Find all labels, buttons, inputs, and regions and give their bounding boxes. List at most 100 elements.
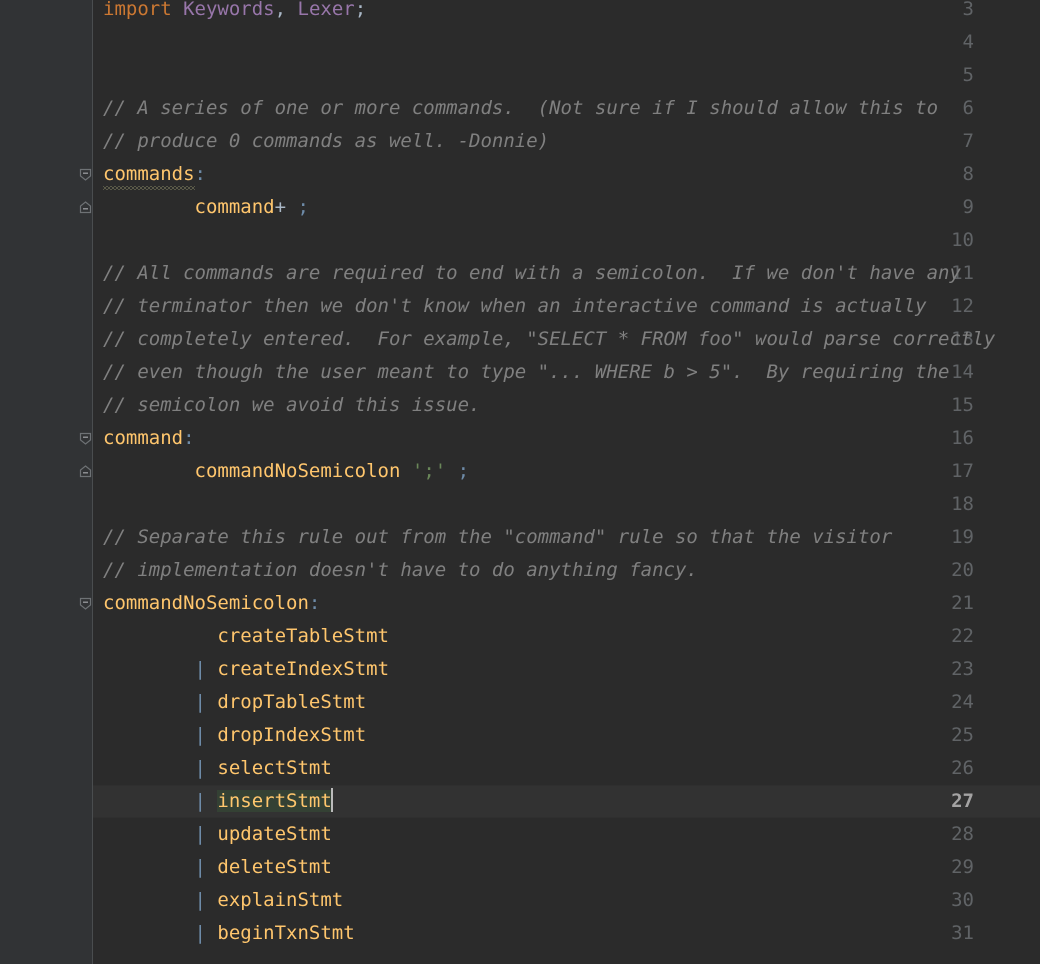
token-rule: commandNoSemicolon [103, 592, 309, 614]
token-semi: ; [457, 460, 470, 482]
fold-marker-line-17[interactable] [78, 464, 93, 479]
gutter-separator [92, 0, 93, 964]
token-ref: command [194, 196, 275, 218]
token-ident: Lexer [297, 0, 355, 20]
code-line-30[interactable]: | explainStmt [103, 884, 344, 917]
code-line-31[interactable]: | beginTxnStmt [103, 917, 355, 950]
token-comment: // semicolon we avoid this issue. [103, 394, 481, 416]
code-line-15[interactable]: // semicolon we avoid this issue. [103, 389, 481, 422]
token-semi: ; [297, 196, 309, 218]
code-line-24[interactable]: | dropTableStmt [103, 686, 367, 719]
token-pipe: | [194, 790, 206, 812]
token-colon: : [183, 427, 195, 449]
fold-marker-line-16[interactable] [78, 431, 93, 446]
token-ident: Keywords [183, 0, 275, 20]
token-ref: createIndexStmt [217, 658, 390, 680]
code-line-7[interactable]: // produce 0 commands as well. -Donnie) [103, 125, 549, 158]
token-comment: // All commands are required to end with… [103, 262, 961, 284]
code-line-12[interactable]: // terminator then we don't know when an… [103, 290, 927, 323]
code-line-28[interactable]: | updateStmt [103, 818, 332, 851]
token-ref: insertStmt [217, 790, 332, 812]
code-line-19[interactable]: // Separate this rule out from the "comm… [103, 521, 892, 554]
code-line-6[interactable]: // A series of one or more commands. (No… [103, 92, 938, 125]
token-ref: selectStmt [217, 757, 332, 779]
token-colon: : [194, 163, 206, 185]
token-comment: // Separate this rule out from the "comm… [103, 526, 893, 548]
token-comment: // produce 0 commands as well. -Donnie) [103, 130, 550, 152]
code-line-22[interactable]: createTableStmt [103, 620, 389, 653]
token-rule: commands [103, 158, 195, 191]
token-ref: createTableStmt [217, 625, 389, 647]
token-comment: // A series of one or more commands. (No… [103, 97, 939, 119]
code-editor[interactable]: 3 4 5 6 7 8 9 10 11 12 13 14 15 16 17 18 19 20 21 22 23 24 25 2… [0, 0, 1040, 964]
code-line-23[interactable]: | createIndexStmt [103, 653, 390, 686]
code-line-26[interactable]: | selectStmt [103, 752, 332, 785]
token-kw: import [103, 0, 172, 20]
token-ref: explainStmt [217, 889, 344, 911]
code-line-17[interactable]: commandNoSemicolon ';' ; [103, 455, 470, 488]
code-line-8[interactable]: commands: [103, 158, 206, 191]
code-line-3[interactable]: import Keywords, Lexer; [103, 0, 366, 26]
token-pipe: | [194, 856, 206, 878]
token-ref: dropIndexStmt [217, 724, 367, 746]
text-caret [330, 788, 333, 812]
token-plain: + [274, 196, 298, 218]
fold-marker-line-9[interactable] [78, 200, 93, 215]
fold-marker-line-21[interactable] [78, 596, 93, 611]
code-line-9[interactable]: command+ ; [103, 191, 309, 224]
token-ref: commandNoSemicolon [194, 460, 401, 482]
code-line-25[interactable]: | dropIndexStmt [103, 719, 367, 752]
token-comment: // implementation doesn't have to do any… [103, 559, 698, 581]
token-ref: deleteStmt [217, 856, 332, 878]
code-content-area[interactable]: import Keywords, Lexer; // A series of on… [93, 0, 1040, 964]
token-comment: // even though the user meant to type ".… [103, 361, 950, 383]
code-line-14[interactable]: // even though the user meant to type ".… [103, 356, 949, 389]
fold-marker-line-8[interactable] [78, 167, 93, 182]
editor-gutter[interactable] [0, 0, 93, 964]
token-pipe: | [194, 823, 206, 845]
code-line-21[interactable]: commandNoSemicolon: [103, 587, 320, 620]
code-line-16[interactable]: command: [103, 422, 195, 455]
token-ref: dropTableStmt [217, 691, 367, 713]
code-line-13[interactable]: // completely entered. For example, "SEL… [103, 323, 995, 356]
code-line-11[interactable]: // All commands are required to end with… [103, 257, 961, 290]
token-pipe: | [194, 724, 206, 746]
token-pipe: | [194, 658, 206, 680]
code-line-29[interactable]: | deleteStmt [103, 851, 332, 884]
token-rule: command [103, 427, 184, 449]
token-ref: beginTxnStmt [217, 922, 355, 944]
token-ref: updateStmt [217, 823, 332, 845]
token-pipe: | [194, 757, 206, 779]
token-comment: // completely entered. For example, "SEL… [103, 328, 996, 350]
token-pipe: | [194, 889, 206, 911]
token-pipe: | [194, 691, 206, 713]
token-string: ';' [411, 460, 447, 482]
token-colon: : [308, 592, 321, 614]
token-punct: ; [354, 0, 367, 20]
code-line-20[interactable]: // implementation doesn't have to do any… [103, 554, 698, 587]
token-punct: , [274, 0, 287, 20]
code-line-27[interactable]: | insertStmt [103, 785, 333, 818]
